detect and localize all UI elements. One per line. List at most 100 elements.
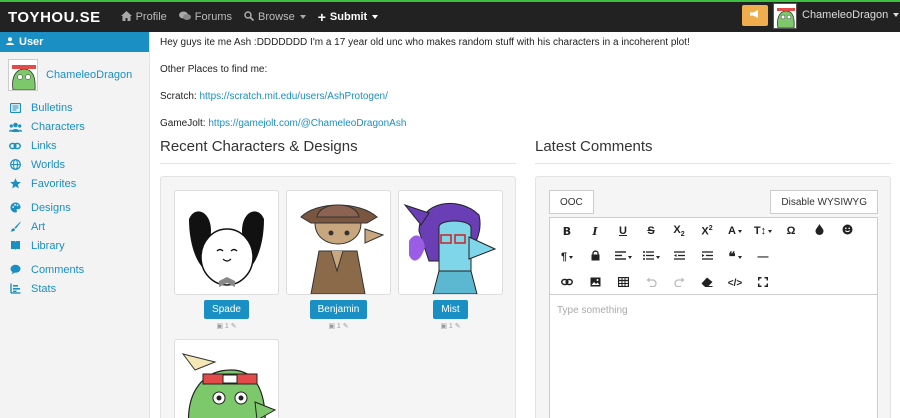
- emoji-button[interactable]: [833, 220, 861, 242]
- link-icon: [8, 141, 22, 151]
- gamejolt-link[interactable]: https://gamejolt.com/@ChameleoDragonAsh: [208, 118, 406, 129]
- sidebar-item-label: Favorites: [31, 177, 77, 190]
- character-name-button[interactable]: Benjamin: [309, 300, 368, 319]
- comments-icon: [178, 11, 191, 24]
- characters-panel: Spade ▣ 1 ✎ Benjamin ▣ 1 ✎ Mist ▣ 1 ✎: [160, 176, 516, 418]
- nav-browse-label: Browse: [258, 11, 295, 23]
- comment-editor[interactable]: Type something: [549, 295, 878, 418]
- nav-forums-label: Forums: [194, 11, 233, 23]
- character-thumbnail[interactable]: [286, 190, 391, 295]
- font-size-button[interactable]: T↕: [749, 220, 777, 242]
- comment-tabbar: OOC Disable WYSIWYG: [549, 190, 878, 216]
- sidebar-item-label: Links: [31, 139, 57, 152]
- code-view-button[interactable]: </>: [721, 272, 749, 294]
- italic-button[interactable]: I: [581, 220, 609, 242]
- underline-button[interactable]: U: [609, 220, 637, 242]
- character-name-button[interactable]: Mist: [433, 300, 468, 319]
- character-thumbnail[interactable]: [398, 190, 503, 295]
- palette-icon: [8, 202, 22, 213]
- redo-icon: [673, 277, 685, 290]
- character-name-button[interactable]: Spade: [204, 300, 249, 319]
- sidebar-item-label: Bulletins: [31, 101, 73, 114]
- nav-submit[interactable]: + Submit: [318, 9, 379, 25]
- site-logo[interactable]: TOYHOU.SE: [8, 9, 101, 26]
- chevron-down-icon: [299, 15, 306, 19]
- avatar[interactable]: [8, 59, 38, 91]
- user-menu[interactable]: ChameleoDragon: [802, 9, 900, 21]
- paragraph-format-button[interactable]: ¶: [553, 246, 581, 268]
- divider: [160, 163, 516, 164]
- book-icon: [8, 240, 22, 251]
- horizontal-rule-button[interactable]: —: [749, 246, 777, 268]
- sidebar-item-label: Worlds: [31, 158, 66, 171]
- align-button[interactable]: [609, 246, 637, 268]
- subscript-button[interactable]: X2: [665, 220, 693, 242]
- outdent-button[interactable]: [665, 246, 693, 268]
- strikethrough-button[interactable]: S: [637, 220, 665, 242]
- sidebar-item-bulletins[interactable]: Bulletins: [0, 98, 149, 117]
- sidebar-item-art[interactable]: Art: [0, 217, 149, 236]
- disable-wysiwyg-button[interactable]: Disable WYSIWYG: [770, 190, 878, 214]
- align-icon: [614, 251, 626, 263]
- newspaper-icon: [8, 102, 22, 113]
- font-size-icon: T↕: [753, 225, 767, 237]
- sidebar-item-characters[interactable]: Characters: [0, 117, 149, 136]
- sidebar-item-label: Characters: [31, 120, 85, 133]
- comments-section-title: Latest Comments: [535, 138, 653, 155]
- image-icon: [590, 277, 601, 290]
- sidebar-item-comments[interactable]: Comments: [0, 260, 149, 279]
- character-card[interactable]: Benjamin ▣ 1 ✎: [286, 190, 391, 330]
- scratch-link[interactable]: https://scratch.mit.edu/users/AshProtoge…: [199, 91, 387, 102]
- bold-icon: B: [562, 224, 572, 238]
- indent-button[interactable]: [693, 246, 721, 268]
- redo-button[interactable]: [665, 272, 693, 294]
- bio-intro: Hey guys ite me Ash :DDDDDDD I'm a 17 ye…: [160, 37, 690, 48]
- nav-browse[interactable]: Browse: [244, 10, 306, 24]
- character-card[interactable]: Spade ▣ 1 ✎: [174, 190, 279, 330]
- subscript-icon: X2: [673, 223, 685, 239]
- bold-button[interactable]: B: [553, 220, 581, 242]
- divider: [535, 163, 891, 164]
- list-button[interactable]: [637, 246, 665, 268]
- avatar[interactable]: [773, 3, 797, 29]
- fill-color-button[interactable]: [805, 220, 833, 242]
- star-icon: [8, 178, 22, 189]
- sidebar-item-library[interactable]: Library: [0, 236, 149, 255]
- sidebar-item-label: Stats: [31, 282, 57, 295]
- character-card[interactable]: Mist ▣ 1 ✎: [398, 190, 503, 330]
- character-meta: ▣ 1 ✎: [216, 323, 237, 330]
- sidebar-item-worlds[interactable]: Worlds: [0, 155, 149, 174]
- character-thumbnail[interactable]: [174, 190, 279, 295]
- paragraph-icon: ¶: [560, 251, 568, 263]
- insert-table-button[interactable]: [609, 272, 637, 294]
- undo-button[interactable]: [637, 272, 665, 294]
- font-color-button[interactable]: A: [721, 220, 749, 242]
- sidebar-item-links[interactable]: Links: [0, 136, 149, 155]
- ooc-tab[interactable]: OOC: [549, 190, 594, 214]
- table-icon: [617, 276, 629, 290]
- superscript-icon: X2: [701, 224, 713, 238]
- nav-forums[interactable]: Forums: [178, 11, 233, 24]
- sidebar-item-favorites[interactable]: Favorites: [0, 174, 149, 193]
- character-thumbnail[interactable]: [174, 339, 279, 418]
- sidebar-item-designs[interactable]: Designs: [0, 198, 149, 217]
- special-chars-button[interactable]: Ω: [777, 220, 805, 242]
- characters-section-title: Recent Characters & Designs: [160, 138, 358, 155]
- sidebar-item-stats[interactable]: Stats: [0, 279, 149, 298]
- fullscreen-button[interactable]: [749, 272, 777, 294]
- notifications-button[interactable]: [742, 5, 768, 26]
- sidebar-item-label: Comments: [31, 263, 85, 276]
- sidebar-profile[interactable]: ChameleoDragon: [0, 52, 149, 98]
- lock-button[interactable]: [581, 246, 609, 268]
- superscript-button[interactable]: X2: [693, 220, 721, 242]
- character-card[interactable]: [174, 339, 279, 418]
- insert-image-button[interactable]: [581, 272, 609, 294]
- profile-bio: Hey guys ite me Ash :DDDDDDD I'm a 17 ye…: [160, 36, 880, 144]
- link-icon: [561, 277, 573, 290]
- quote-button[interactable]: ❝: [721, 246, 749, 268]
- clear-formatting-button[interactable]: [693, 272, 721, 294]
- insert-link-button[interactable]: [553, 272, 581, 294]
- nav-profile[interactable]: Profile: [120, 10, 167, 24]
- sidebar-profile-name[interactable]: ChameleoDragon: [46, 69, 132, 81]
- editor-toolbar: B I U S X2 X2 A T↕ Ω ¶ ❝ — </>: [549, 217, 878, 295]
